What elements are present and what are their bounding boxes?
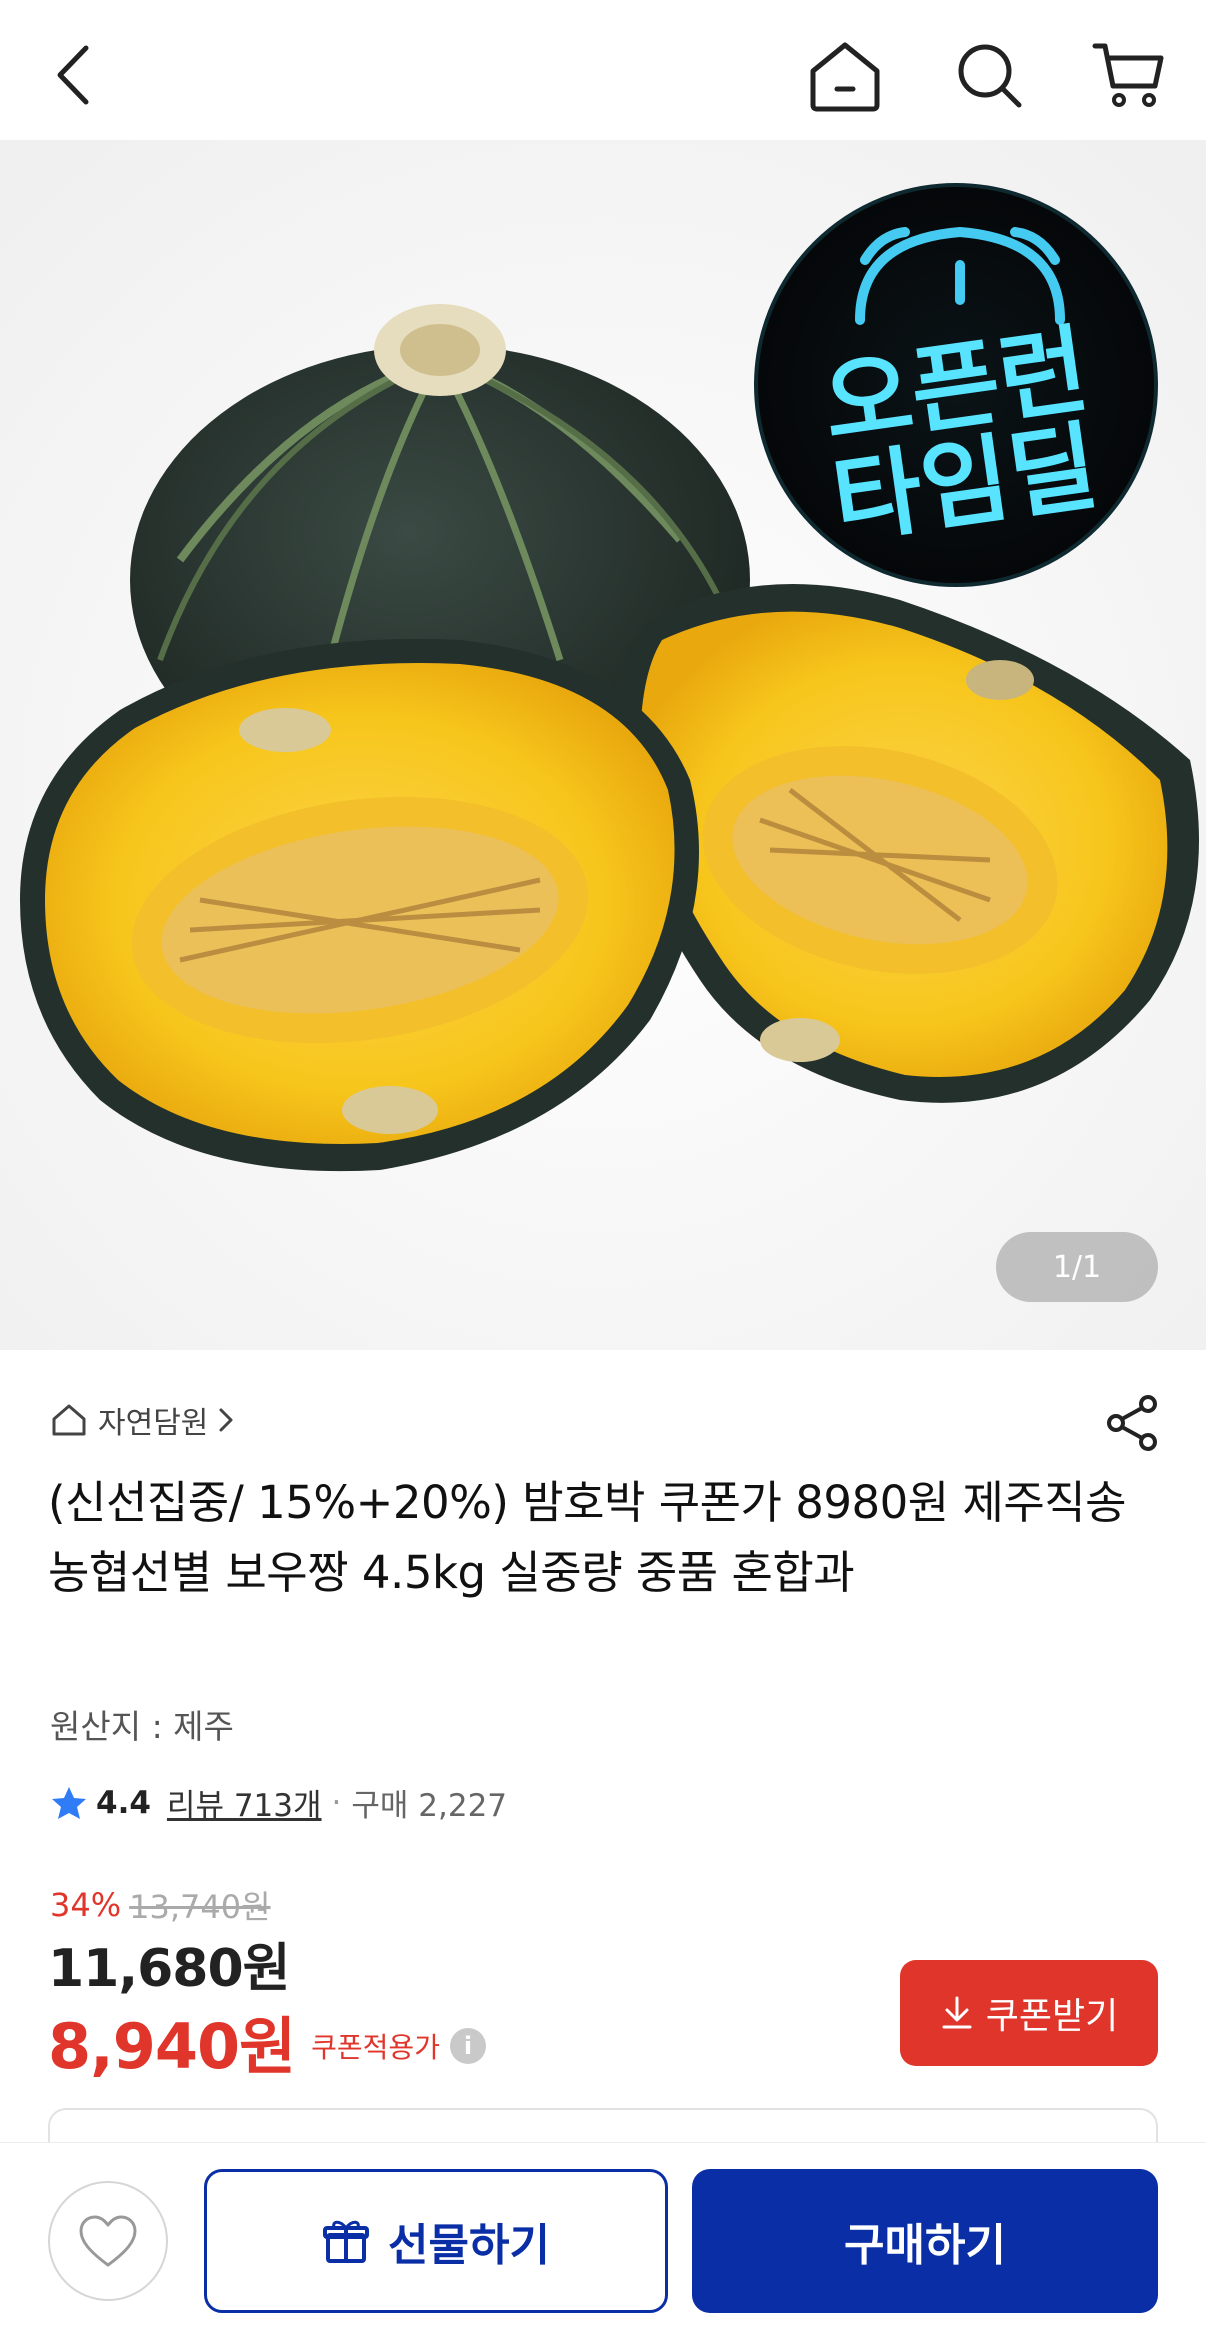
origin-label: 원산지 : 제주 <box>50 1707 234 1746</box>
share-button[interactable] <box>1100 1390 1166 1456</box>
share-icon <box>1107 1395 1157 1451</box>
top-navigation-bar <box>0 0 1206 140</box>
download-icon <box>942 1996 972 2029</box>
pumpkin-illustration: 오픈런 타임딜 <box>0 140 1206 1350</box>
discount-rate: 34% <box>50 1886 122 1924</box>
rating-score: 4.4 <box>96 1784 151 1821</box>
gift-icon <box>323 2220 370 2263</box>
product-title: (신선집중/ 15%+20%) 밤호박 쿠폰가 8980원 제주직송 농협선별 … <box>48 1476 1127 1599</box>
gift-button[interactable]: 선물하기 <box>204 2169 668 2313</box>
chevron-right-icon <box>219 1408 233 1432</box>
home-icon <box>810 42 880 112</box>
image-counter: 1/1 <box>996 1232 1158 1302</box>
purchase-count: 구매 2,227 <box>351 1788 508 1824</box>
brand-link[interactable]: 자연담원 <box>50 1398 234 1442</box>
wishlist-button[interactable] <box>48 2181 168 2301</box>
cart-button[interactable] <box>1084 30 1174 120</box>
product-info-section: 자연담원 (신선집중/ 15%+20%) 밤호박 쿠폰가 8980원 제주직송 … <box>0 1350 1206 2168</box>
discount-row: 34% 13,740원 <box>50 1882 271 1928</box>
coupon-price: 8,940원 <box>48 2010 296 2083</box>
get-coupon-button[interactable]: 쿠폰받기 <box>900 1960 1158 2066</box>
store-home-icon <box>52 1404 86 1436</box>
original-price: 13,740원 <box>129 1888 271 1926</box>
cart-icon <box>1092 43 1164 107</box>
sale-price: 11,680원 <box>48 1939 291 1999</box>
heart-icon <box>79 2215 137 2267</box>
separator-dot: · <box>331 1784 342 1821</box>
info-icon[interactable]: i <box>449 2028 486 2064</box>
coupon-price-label: 쿠폰적용가 <box>311 2031 440 2064</box>
star-icon <box>52 1786 86 1819</box>
home-button[interactable] <box>800 30 890 120</box>
bottom-action-bar: 선물하기 구매하기 <box>0 2142 1206 2334</box>
search-icon <box>958 44 1022 108</box>
search-button[interactable] <box>944 30 1034 120</box>
rating-row: 4.4 리뷰 713개 · 구매 2,227 <box>50 1780 507 1825</box>
coupon-price-row: 8,940원 쿠폰적용가 i <box>48 1996 486 2086</box>
gift-label: 선물하기 <box>388 2220 550 2271</box>
back-button[interactable] <box>28 30 118 120</box>
get-coupon-label: 쿠폰받기 <box>985 1996 1119 2037</box>
chevron-left-icon <box>57 45 89 105</box>
brand-name: 자연담원 <box>98 1406 209 1441</box>
buy-button[interactable]: 구매하기 <box>692 2169 1158 2313</box>
review-count-link[interactable]: 리뷰 713개 <box>167 1780 322 1825</box>
product-image[interactable]: 오픈런 타임딜 1/1 <box>0 140 1206 1350</box>
